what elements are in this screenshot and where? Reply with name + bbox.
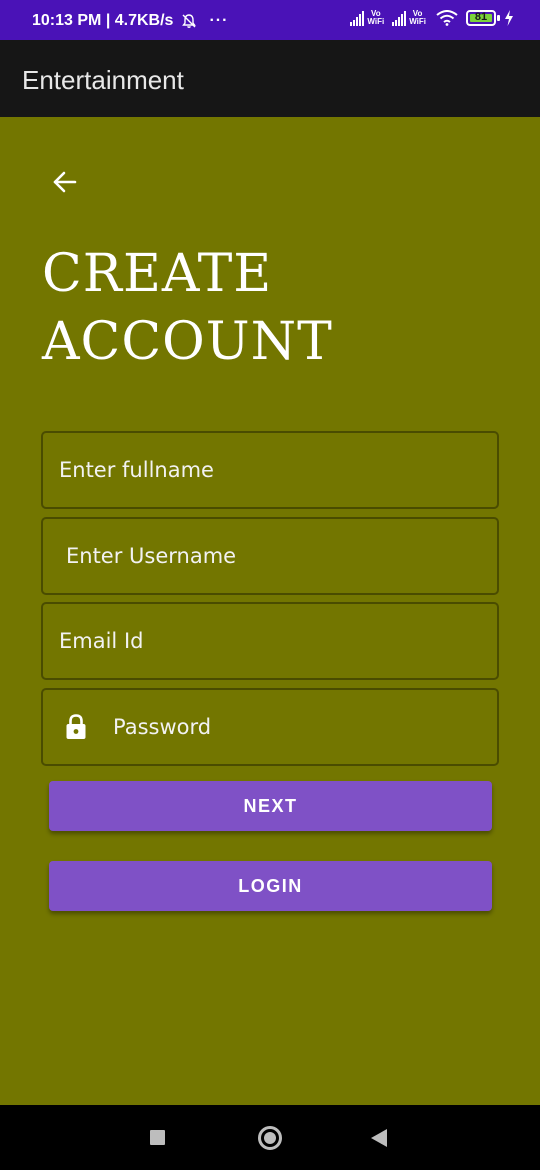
- username-field[interactable]: [41, 517, 499, 595]
- bell-off-icon: [182, 14, 197, 28]
- vowifi-label: Vo WiFi: [409, 9, 426, 26]
- email-input[interactable]: [43, 604, 497, 678]
- vowifi-label: Vo WiFi: [367, 9, 385, 26]
- status-time-speed: 10:13 PM | 4.7KB/s: [32, 12, 174, 29]
- signal-icon: [350, 10, 365, 26]
- email-field[interactable]: [41, 602, 499, 680]
- nav-back-icon[interactable]: [371, 1129, 387, 1147]
- bolt-icon: [505, 10, 513, 26]
- recents-icon[interactable]: [150, 1130, 165, 1145]
- arrow-left-icon: [53, 171, 77, 193]
- battery-icon: 81: [466, 10, 496, 26]
- status-bar: 10:13 PM | 4.7KB/s ··· Vo WiFi Vo WiFi 8…: [0, 0, 540, 40]
- status-left: 10:13 PM | 4.7KB/s ···: [32, 12, 228, 30]
- page-title-line1: CREATE: [42, 244, 273, 304]
- status-right: Vo WiFi Vo WiFi 81: [346, 10, 514, 26]
- page-title: CREATE ACCOUNT: [42, 240, 333, 376]
- page-title-line2: ACCOUNT: [42, 312, 333, 372]
- app-bar: Entertainment: [0, 40, 540, 117]
- home-icon[interactable]: [258, 1126, 282, 1150]
- lock-icon: [66, 714, 86, 739]
- password-input[interactable]: [87, 690, 497, 764]
- next-button[interactable]: NEXT: [49, 781, 492, 831]
- app-title: Entertainment: [22, 65, 184, 95]
- fullname-field[interactable]: [41, 431, 499, 509]
- fullname-input[interactable]: [43, 433, 497, 507]
- password-field[interactable]: [41, 688, 499, 766]
- battery-level: 81: [474, 11, 488, 23]
- status-more-dots: ···: [209, 12, 229, 29]
- signal-icon: [392, 10, 407, 26]
- wifi-icon: [436, 10, 458, 26]
- system-nav-bar: [0, 1105, 540, 1170]
- username-input[interactable]: [43, 519, 497, 593]
- login-button[interactable]: LOGIN: [49, 861, 492, 911]
- back-button[interactable]: [46, 164, 84, 200]
- battery-cap: [497, 15, 500, 21]
